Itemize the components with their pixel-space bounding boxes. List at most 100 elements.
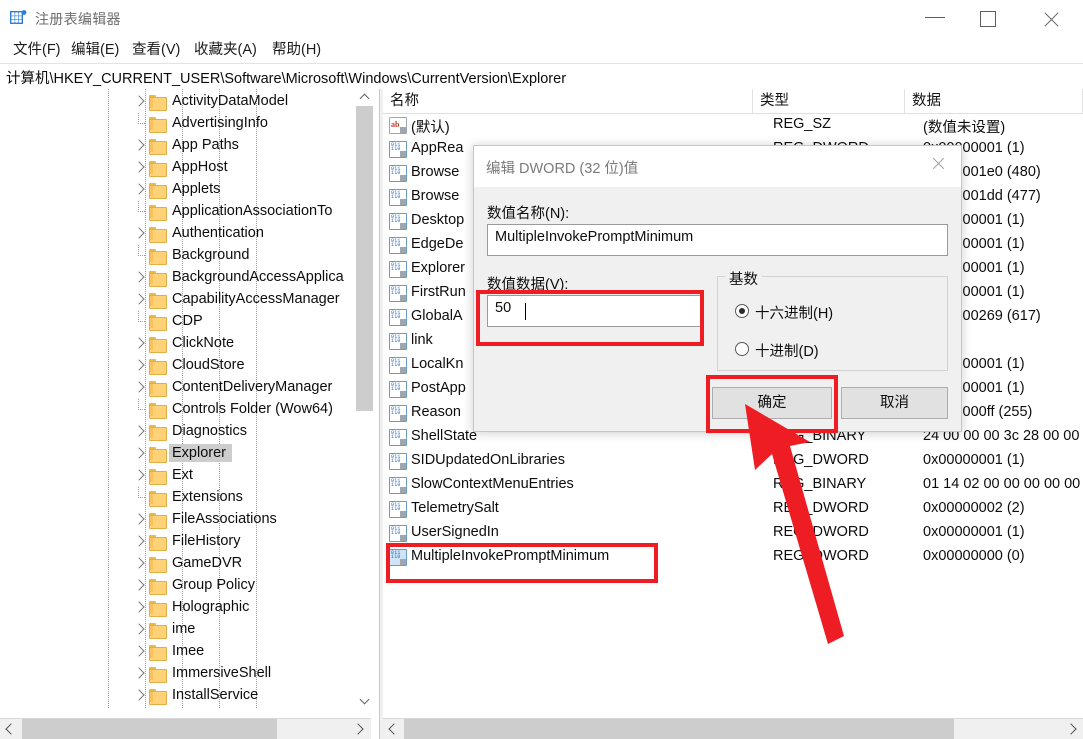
title-bar: 注册表编辑器 (0, 0, 1083, 37)
tree-item-label: Explorer (169, 444, 232, 462)
tree-scroll-up-button[interactable] (356, 89, 373, 106)
expand-toggle[interactable] (131, 553, 147, 575)
tree-hscroll-right-button[interactable] (349, 719, 370, 739)
column-header-1[interactable]: 类型 (753, 89, 905, 113)
tree-item-holographic[interactable]: Holographic (0, 597, 360, 619)
dword-value-icon: 011110 (389, 501, 407, 518)
expand-toggle[interactable] (131, 531, 147, 553)
menu-item-3[interactable]: 收藏夹(A) (187, 38, 264, 62)
expand-toggle[interactable] (131, 223, 147, 245)
tree-item-cdp[interactable]: CDP (0, 311, 360, 333)
tree-item-activitydatamodel[interactable]: ActivityDataModel (0, 91, 360, 113)
expand-toggle[interactable] (131, 157, 147, 179)
expand-toggle[interactable] (131, 179, 147, 201)
column-header-0[interactable]: 名称 (383, 89, 753, 113)
tree-item-authentication[interactable]: Authentication (0, 223, 360, 245)
tree-item-cloudstore[interactable]: CloudStore (0, 355, 360, 377)
tree-item-app-paths[interactable]: App Paths (0, 135, 360, 157)
tree-item-ext[interactable]: Ext (0, 465, 360, 487)
expand-toggle[interactable] (131, 465, 147, 487)
tree-item-immersiveshell[interactable]: ImmersiveShell (0, 663, 360, 685)
radio-hexadecimal-label: 十六进制(H) (755, 302, 833, 323)
expand-toggle[interactable] (131, 641, 147, 663)
tree-item-imee[interactable]: Imee (0, 641, 360, 663)
tree-item-clicknote[interactable]: ClickNote (0, 333, 360, 355)
tree-item-internet-settings[interactable]: Internet Settings (0, 707, 360, 709)
close-button[interactable] (1029, 0, 1075, 34)
list-horizontal-scrollbar[interactable] (383, 718, 1083, 739)
tree-item-ime[interactable]: ime (0, 619, 360, 641)
tree-item-extensions[interactable]: Extensions (0, 487, 360, 509)
value-row[interactable]: 011110UserSignedInREG_DWORD0x00000001 (1… (383, 521, 1083, 545)
menu-item-1[interactable]: 编辑(E) (64, 38, 126, 62)
expand-toggle[interactable] (131, 355, 147, 377)
tree-item-filehistory[interactable]: FileHistory (0, 531, 360, 553)
value-row[interactable]: 011110TelemetrySaltREG_DWORD0x00000002 (… (383, 497, 1083, 521)
tree-item-fileassociations[interactable]: FileAssociations (0, 509, 360, 531)
maximize-icon (980, 11, 996, 27)
expand-toggle[interactable] (131, 685, 147, 707)
expand-toggle[interactable] (131, 443, 147, 465)
expand-toggle[interactable] (131, 509, 147, 531)
expand-toggle[interactable] (131, 91, 147, 113)
expand-toggle[interactable] (131, 663, 147, 685)
expand-toggle[interactable] (131, 267, 147, 289)
dialog-close-button[interactable] (916, 146, 961, 177)
tree-scroll-down-button[interactable] (356, 692, 373, 709)
tree-item-label: InstallService (172, 687, 258, 703)
tree-item-advertisinginfo[interactable]: AdvertisingInfo (0, 113, 360, 135)
expand-toggle[interactable] (131, 289, 147, 311)
column-header-2[interactable]: 数据 (905, 89, 1083, 113)
expand-toggle[interactable] (131, 421, 147, 443)
cancel-button[interactable]: 取消 (841, 387, 948, 419)
tree-item-diagnostics[interactable]: Diagnostics (0, 421, 360, 443)
tree-connector (131, 311, 147, 333)
value-row[interactable]: 011110MultipleInvokePromptMinimumREG_DWO… (383, 545, 1083, 569)
tree-item-installservice[interactable]: InstallService (0, 685, 360, 707)
value-row[interactable]: ab(默认)REG_SZ(数值未设置) (383, 113, 1083, 137)
folder-icon (149, 381, 166, 395)
tree-item-applicationassociationto[interactable]: ApplicationAssociationTo (0, 201, 360, 223)
menu-item-4[interactable]: 帮助(H) (265, 38, 328, 62)
list-hscroll-thumb[interactable] (404, 719, 954, 739)
list-hscroll-left-button[interactable] (383, 719, 404, 739)
tree-item-capabilityaccessmanager[interactable]: CapabilityAccessManager (0, 289, 360, 311)
binary-value-icon: 011110 (389, 333, 407, 350)
menu-item-0[interactable]: 文件(F) (6, 38, 68, 62)
tree-item-gamedvr[interactable]: GameDVR (0, 553, 360, 575)
registry-tree[interactable]: ActivityDataModelAdvertisingInfoApp Path… (0, 89, 360, 709)
tree-item-group-policy[interactable]: Group Policy (0, 575, 360, 597)
tree-item-backgroundaccessapplica[interactable]: BackgroundAccessApplica (0, 267, 360, 289)
expand-toggle[interactable] (131, 597, 147, 619)
value-name: AppRea (411, 140, 463, 156)
maximize-button[interactable] (965, 0, 1011, 34)
tree-item-apphost[interactable]: AppHost (0, 157, 360, 179)
ok-button[interactable]: 确定 (712, 387, 832, 419)
value-row[interactable]: 011110SIDUpdatedOnLibrariesREG_DWORD0x00… (383, 449, 1083, 473)
tree-hscroll-thumb[interactable] (22, 719, 277, 739)
expand-toggle[interactable] (131, 619, 147, 641)
value-row[interactable]: 011110SlowContextMenuEntriesREG_BINARY01… (383, 473, 1083, 497)
expand-toggle[interactable] (131, 707, 147, 709)
tree-scroll-thumb[interactable] (356, 106, 373, 411)
tree-item-contentdeliverymanager[interactable]: ContentDeliveryManager (0, 377, 360, 399)
tree-item-controls-folder-wow64[interactable]: Controls Folder (Wow64) (0, 399, 360, 421)
tree-item-explorer[interactable]: Explorer (0, 443, 360, 465)
minimize-button[interactable] (912, 0, 958, 34)
expand-toggle[interactable] (131, 135, 147, 157)
tree-vertical-scrollbar[interactable] (355, 89, 373, 709)
expand-toggle[interactable] (131, 575, 147, 597)
list-hscroll-right-button[interactable] (1062, 719, 1083, 739)
address-bar[interactable]: 计算机\HKEY_CURRENT_USER\Software\Microsoft… (0, 63, 1083, 90)
tree-horizontal-scrollbar[interactable] (0, 718, 371, 739)
value-data-input[interactable]: 50 (487, 295, 703, 327)
tree-item-applets[interactable]: Applets (0, 179, 360, 201)
value-name-input[interactable]: MultipleInvokePromptMinimum (487, 224, 948, 256)
dword-value-icon: 011110 (389, 309, 407, 326)
tree-item-background[interactable]: Background (0, 245, 360, 267)
expand-toggle[interactable] (131, 333, 147, 355)
folder-icon (149, 337, 166, 351)
expand-toggle[interactable] (131, 377, 147, 399)
tree-hscroll-left-button[interactable] (0, 719, 21, 739)
menu-item-2[interactable]: 查看(V) (125, 38, 187, 62)
